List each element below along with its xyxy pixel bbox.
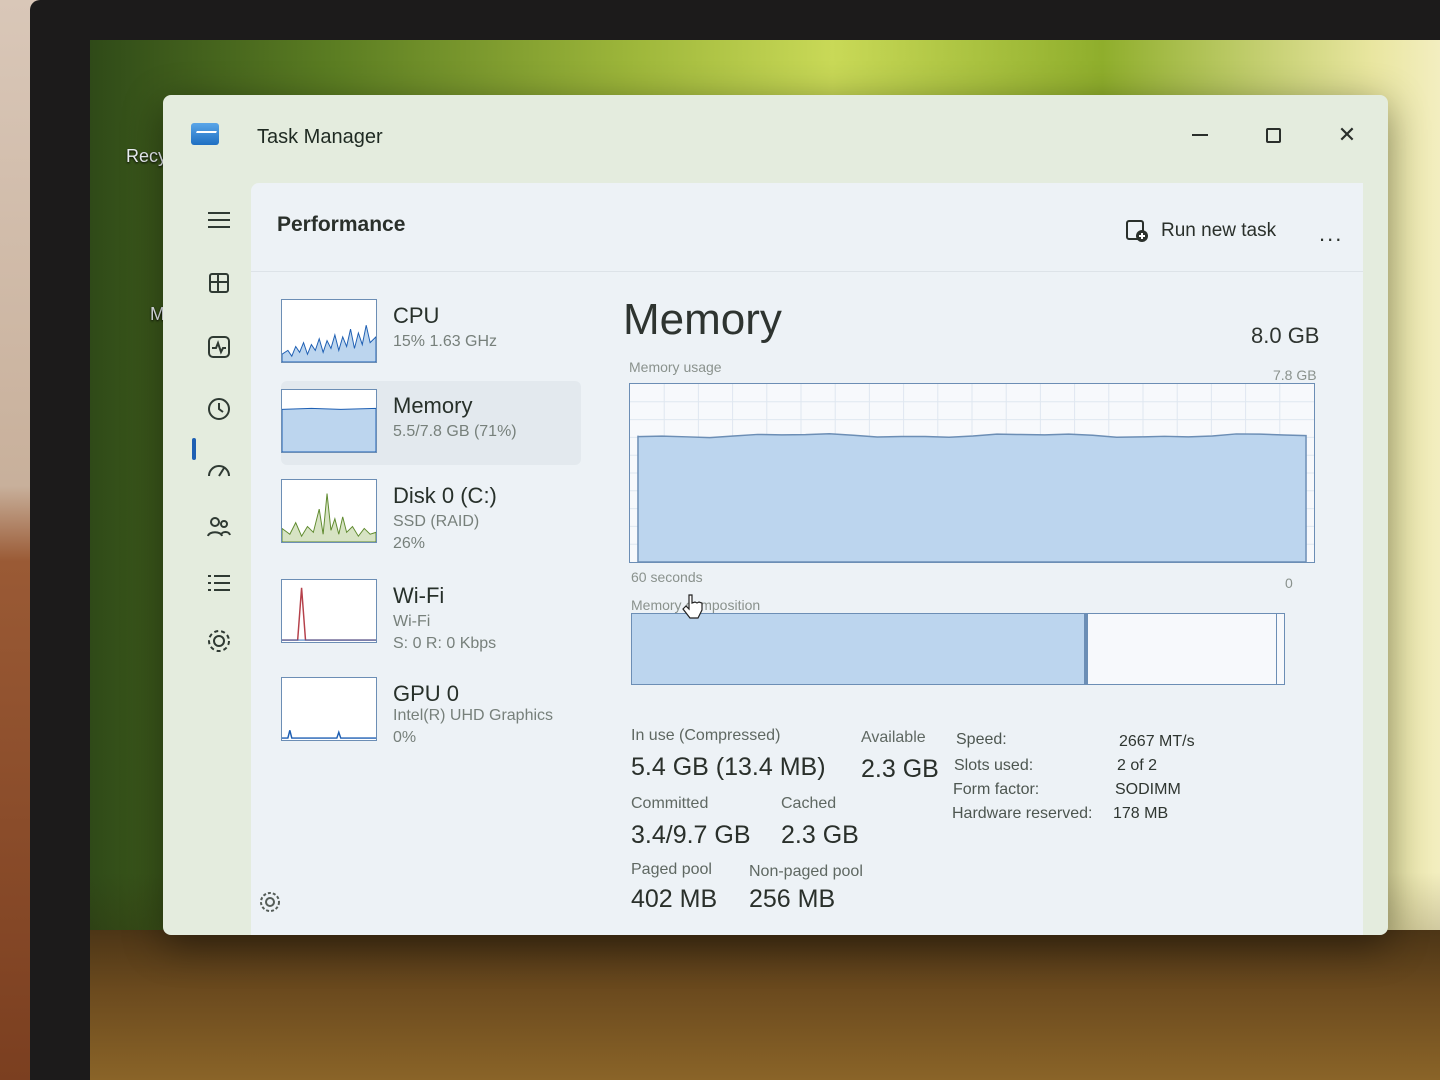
in-use-label: In use (Compressed) — [631, 727, 781, 744]
hardware-reserved-label: Hardware reserved: — [952, 805, 1093, 822]
disk-thumbnail — [281, 479, 377, 543]
task-manager-app-icon — [191, 123, 219, 145]
memory-usage-label: Memory usage — [629, 359, 722, 375]
wallpaper-ground — [90, 930, 1440, 1080]
slots-used-value: 2 of 2 — [1117, 757, 1158, 774]
memory-usage-max: 7.8 GB — [1273, 367, 1317, 383]
hardware-reserved-value: 178 MB — [1113, 805, 1169, 822]
device-cpu-usage: 15% 1.63 GHz — [393, 333, 498, 350]
device-gpu-name: GPU 0 — [393, 681, 460, 706]
run-new-task-label: Run new task — [1161, 220, 1277, 241]
nav-rail — [187, 195, 251, 915]
paged-pool-value: 402 MB — [631, 885, 718, 913]
nav-users[interactable] — [197, 507, 241, 547]
details-icon — [208, 575, 230, 591]
form-factor-value: SODIMM — [1115, 781, 1181, 798]
non-paged-pool-label: Non-paged pool — [749, 863, 863, 880]
paged-pool-label: Paged pool — [631, 861, 712, 878]
device-cpu-name: CPU — [393, 303, 440, 328]
cached-label: Cached — [781, 795, 837, 812]
gpu-thumbnail — [281, 677, 377, 741]
memory-composition-bar — [631, 613, 1285, 685]
cached-value: 2.3 GB — [781, 821, 859, 849]
memory-usage-area — [637, 432, 1307, 562]
performance-icon — [208, 336, 230, 358]
hand-cursor-icon — [682, 594, 703, 619]
device-wifi-type: Wi-Fi — [393, 613, 431, 630]
close-button[interactable]: ✕ — [1325, 117, 1369, 153]
menu-icon — [208, 212, 230, 228]
non-paged-pool-value: 256 MB — [749, 885, 836, 913]
form-factor-label: Form factor: — [953, 781, 1040, 798]
settings-button[interactable] — [259, 891, 281, 918]
committed-label: Committed — [631, 795, 709, 812]
slots-used-label: Slots used: — [954, 757, 1034, 774]
nav-performance[interactable] — [197, 327, 241, 367]
more-options-button[interactable]: ... — [1319, 221, 1343, 247]
app-history-icon — [208, 398, 230, 420]
task-manager-window: Task Manager ✕ Performance Run new task … — [163, 95, 1388, 935]
speed-value: 2667 MT/s — [1119, 733, 1195, 750]
graph-zero-label: 0 — [1285, 575, 1293, 591]
processes-icon — [209, 273, 229, 293]
nav-details[interactable] — [197, 563, 241, 603]
device-gpu[interactable]: GPU 0 Intel(R) UHD Graphics 0% — [281, 669, 581, 753]
performance-pane: Performance Run new task ... CPU 15% 1.6… — [251, 183, 1363, 935]
nav-active-indicator — [192, 438, 196, 460]
device-gpu-usage: 0% — [393, 729, 417, 746]
committed-value: 3.4/9.7 GB — [631, 821, 751, 849]
nav-processes[interactable] — [197, 263, 241, 303]
device-wifi[interactable]: Wi-Fi Wi-Fi S: 0 R: 0 Kbps — [281, 571, 581, 655]
mouse-cursor — [681, 593, 703, 626]
device-disk[interactable]: Disk 0 (C:) SSD (RAID) 26% — [281, 471, 581, 555]
device-disk-name: Disk 0 (C:) — [393, 483, 497, 508]
composition-free — [1277, 614, 1284, 684]
minimize-button[interactable] — [1178, 117, 1222, 153]
desktop-icon-label-recycle[interactable]: Recy — [126, 146, 167, 167]
memory-thumbnail — [281, 389, 377, 453]
available-value: 2.3 GB — [861, 755, 939, 783]
page-title: Performance — [277, 213, 406, 236]
speed-label: Speed: — [956, 731, 1007, 748]
services-icon — [208, 630, 230, 652]
graph-time-label: 60 seconds — [631, 569, 703, 585]
composition-standby — [1088, 614, 1278, 684]
device-gpu-model: Intel(R) UHD Graphics — [393, 707, 554, 724]
device-memory-name: Memory — [393, 393, 473, 418]
cpu-thumbnail — [281, 299, 377, 363]
in-use-value: 5.4 GB (13.4 MB) — [631, 753, 826, 781]
device-memory-usage: 5.5/7.8 GB (71%) — [393, 423, 517, 440]
window-title: Task Manager — [257, 126, 383, 148]
device-disk-type: SSD (RAID) — [393, 513, 480, 530]
device-cpu[interactable]: CPU 15% 1.63 GHz — [281, 291, 581, 375]
device-wifi-throughput: S: 0 R: 0 Kbps — [393, 635, 497, 652]
memory-total: 8.0 GB — [1251, 323, 1320, 348]
memory-usage-graph — [629, 383, 1315, 563]
header-divider — [251, 271, 1363, 272]
minimize-icon — [1192, 134, 1208, 136]
users-icon — [207, 517, 231, 537]
maximize-button[interactable] — [1251, 117, 1295, 153]
device-memory[interactable]: Memory 5.5/7.8 GB (71%) — [281, 381, 581, 465]
run-new-task-button[interactable]: Run new task — [1125, 219, 1276, 243]
available-label: Available — [861, 729, 926, 746]
memory-heading: Memory — [623, 295, 782, 344]
startup-apps-icon — [208, 465, 230, 477]
device-disk-usage: 26% — [393, 535, 426, 552]
settings-icon — [260, 892, 280, 912]
wifi-thumbnail — [281, 579, 377, 643]
maximize-icon — [1265, 127, 1281, 143]
device-wifi-name: Wi-Fi — [393, 583, 445, 608]
nav-app-history[interactable] — [197, 389, 241, 429]
nav-services[interactable] — [197, 621, 241, 661]
run-task-icon — [1126, 220, 1148, 242]
title-bar[interactable]: Task Manager ✕ — [163, 95, 1388, 180]
hamburger-menu-button[interactable] — [197, 200, 241, 240]
nav-startup-apps[interactable] — [197, 449, 241, 489]
close-icon: ✕ — [1337, 122, 1357, 147]
